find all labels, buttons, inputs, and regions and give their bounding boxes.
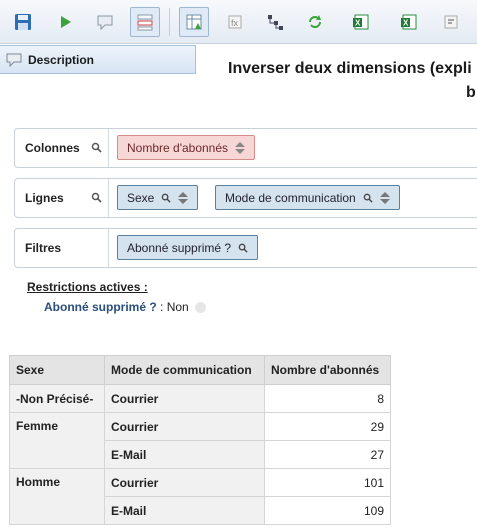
- search-icon[interactable]: [363, 193, 373, 203]
- column-header-mode[interactable]: Mode de communication: [104, 355, 265, 385]
- comment-icon: [6, 53, 22, 67]
- colonnes-row: Colonnes Nombre d'abonnés: [14, 128, 477, 168]
- description-tab[interactable]: Description: [0, 45, 196, 74]
- column-header-count[interactable]: Nombre d'abonnés: [264, 355, 391, 385]
- cell-mode: Courrier: [104, 384, 265, 413]
- table-row: Femme Courrier 29: [9, 412, 391, 469]
- svg-text:X: X: [355, 19, 361, 28]
- cell-sexe: -Non Précisé-: [9, 384, 105, 413]
- page-title: Inverser deux dimensions (expli: [228, 60, 472, 77]
- search-icon[interactable]: [161, 193, 171, 203]
- remove-restriction-icon[interactable]: [194, 301, 206, 313]
- table-row: -Non Précisé- Courrier 8: [9, 384, 391, 413]
- chip-label: Abonné supprimé ?: [127, 240, 232, 255]
- cell-count: 29: [264, 412, 391, 441]
- description-tab-label: Description: [28, 52, 95, 67]
- reorder-icon[interactable]: [178, 191, 189, 204]
- table-header-row: Sexe Mode de communication Nombre d'abon…: [9, 355, 391, 385]
- restriction-separator: :: [156, 300, 167, 314]
- chip-label: Sexe: [127, 190, 155, 205]
- cell-mode: E-Mail: [104, 496, 265, 525]
- reorder-icon[interactable]: [379, 191, 390, 204]
- restriction-value: Non: [166, 300, 189, 314]
- cell-count: 101: [264, 468, 391, 497]
- lignes-row: Lignes Sexe Mode de communication: [14, 178, 477, 218]
- svg-text:X: X: [403, 19, 409, 28]
- cell-count: 27: [264, 440, 391, 469]
- filter-chip-abonne-supprime[interactable]: Abonné supprimé ?: [117, 235, 259, 260]
- cell-sexe: Femme: [9, 412, 105, 469]
- measure-chip-nombre-abonnes[interactable]: Nombre d'abonnés: [117, 135, 256, 160]
- hierarchy-icon[interactable]: [260, 7, 290, 37]
- filtres-label-text: Filtres: [25, 241, 62, 255]
- layout-icon[interactable]: [130, 7, 160, 37]
- dimension-chip-sexe[interactable]: Sexe: [117, 185, 199, 210]
- formula-icon[interactable]: fx: [220, 7, 250, 37]
- cell-mode: E-Mail: [104, 440, 265, 469]
- lignes-label: Lignes: [15, 179, 109, 217]
- run-icon[interactable]: [50, 7, 80, 37]
- save-icon[interactable]: [8, 7, 38, 37]
- search-icon[interactable]: [91, 142, 102, 153]
- column-header-sexe[interactable]: Sexe: [9, 355, 105, 385]
- table-row: Homme Courrier 101: [9, 468, 391, 525]
- chip-label: Mode de communication: [225, 190, 356, 205]
- comment-icon[interactable]: [90, 7, 120, 37]
- page-title-continuation: b: [466, 84, 476, 101]
- restrictions-title: Restrictions actives :: [27, 280, 148, 294]
- excel-export-icon[interactable]: X: [394, 7, 424, 37]
- search-icon[interactable]: [91, 192, 102, 203]
- svg-text:fx: fx: [231, 18, 239, 28]
- cell-count: 109: [264, 496, 391, 525]
- restriction-item: Abonné supprimé ? : Non: [44, 300, 206, 314]
- pivot-table: Sexe Mode de communication Nombre d'abon…: [9, 355, 391, 525]
- restriction-key: Abonné supprimé ?: [44, 300, 157, 314]
- cell-mode: Courrier: [104, 412, 265, 441]
- filtres-row: Filtres Abonné supprimé ?: [14, 228, 477, 268]
- excel-icon[interactable]: X: [346, 7, 376, 37]
- cell-mode: Courrier: [104, 468, 265, 497]
- refresh-icon[interactable]: [300, 7, 330, 37]
- colonnes-label: Colonnes: [15, 129, 109, 167]
- search-icon[interactable]: [238, 243, 248, 253]
- toolbar: fx X X: [0, 0, 477, 44]
- lignes-label-text: Lignes: [25, 191, 64, 205]
- dimension-chip-mode-communication[interactable]: Mode de communication: [215, 185, 400, 210]
- colonnes-label-text: Colonnes: [25, 141, 80, 155]
- table-export-icon[interactable]: [179, 7, 209, 37]
- cell-sexe: Homme: [9, 468, 105, 525]
- cell-count: 8: [264, 384, 391, 413]
- text-comment-icon[interactable]: [436, 7, 466, 37]
- chip-label: Nombre d'abonnés: [127, 140, 229, 155]
- filtres-label: Filtres: [15, 229, 109, 267]
- reorder-icon[interactable]: [235, 141, 246, 154]
